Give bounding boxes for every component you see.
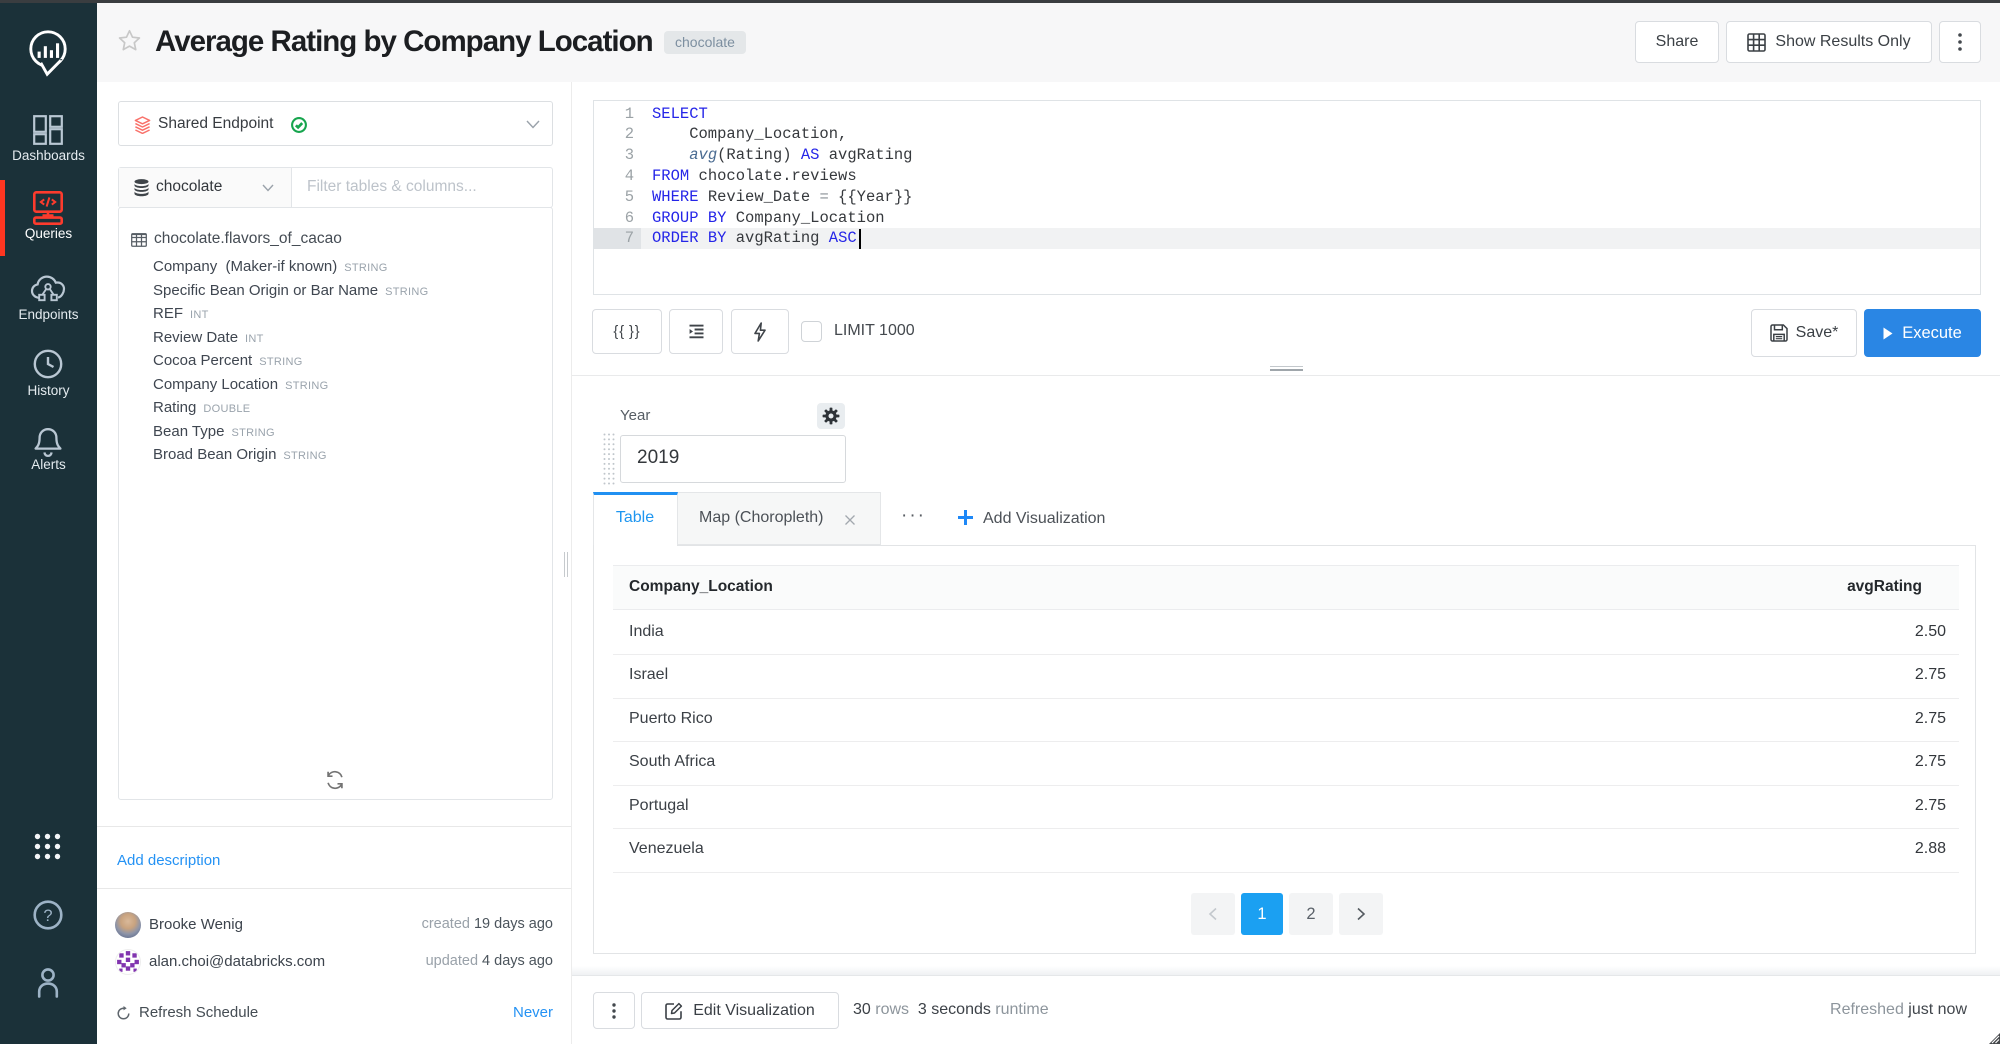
svg-text:?: ? — [43, 907, 52, 925]
